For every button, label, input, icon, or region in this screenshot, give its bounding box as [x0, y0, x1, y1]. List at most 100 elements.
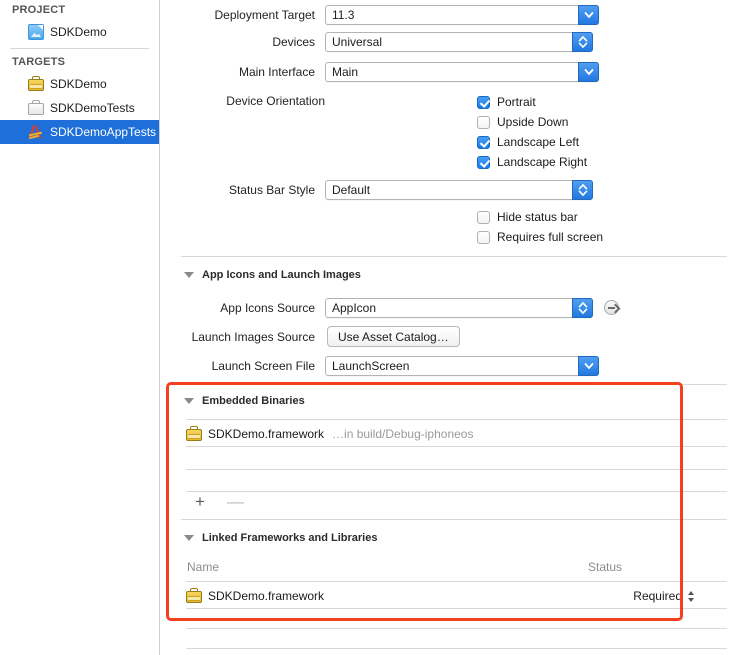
- toolbox-yellow-icon: [28, 76, 44, 92]
- column-header-name: Name: [187, 560, 220, 574]
- reveal-arrow-icon[interactable]: [604, 300, 619, 315]
- xcode-target-settings-window: PROJECT SDKDemo TARGETS SDKDemo SDKDemoT…: [0, 0, 743, 655]
- checkbox-box[interactable]: [477, 230, 490, 244]
- section-header-app-icons[interactable]: App Icons and Launch Images: [184, 269, 361, 281]
- stepper-updown-icon[interactable]: [572, 31, 593, 52]
- embedded-binary-path: …in build/Debug-iphoneos: [332, 427, 474, 441]
- disclosure-triangle-icon[interactable]: [184, 398, 194, 404]
- status-bar-style-label: Status Bar Style: [228, 182, 315, 197]
- linked-framework-name: SDKDemo.framework: [208, 589, 325, 603]
- checkbox-upside-down[interactable]: Upside Down: [477, 115, 568, 129]
- project-blueprint-icon: [28, 24, 44, 40]
- sidebar-divider: [10, 48, 149, 49]
- field-row-main-interface: Main Interface Main: [161, 61, 743, 82]
- button-label: Use Asset Catalog…: [338, 329, 449, 344]
- table-rule: [186, 469, 727, 470]
- chevron-down-icon[interactable]: [578, 355, 599, 376]
- sidebar-project-header: PROJECT: [12, 4, 66, 16]
- sidebar-item-target-sdkdemotests[interactable]: SDKDemoTests: [0, 96, 159, 120]
- devices-label: Devices: [272, 34, 315, 49]
- app-icons-source-field[interactable]: AppIcon: [325, 297, 593, 318]
- field-row-launch-images-source: Launch Images Source Use Asset Catalog…: [161, 326, 743, 347]
- field-row-deployment-target: Deployment Target 11.3: [161, 4, 743, 25]
- field-row-app-icons-source: App Icons Source AppIcon: [161, 297, 743, 318]
- column-header-status: Status: [588, 560, 623, 574]
- checkbox-box[interactable]: [477, 210, 490, 224]
- section-header-linked-frameworks[interactable]: Linked Frameworks and Libraries: [184, 532, 377, 544]
- main-interface-field[interactable]: Main: [325, 61, 599, 82]
- status-bar-style-field[interactable]: Default: [325, 179, 593, 200]
- deployment-target-value: 11.3: [332, 7, 355, 22]
- add-binary-button[interactable]: +: [195, 493, 205, 510]
- table-rule: [186, 608, 727, 609]
- use-asset-catalog-button[interactable]: Use Asset Catalog…: [327, 326, 460, 347]
- sidebar-item-project-sdkdemo[interactable]: SDKDemo: [0, 20, 159, 44]
- linked-framework-status[interactable]: Required: [633, 589, 696, 603]
- stepper-updown-icon[interactable]: [572, 179, 593, 200]
- deployment-target-field[interactable]: 11.3: [325, 4, 599, 25]
- stepper-updown-icon[interactable]: [687, 590, 696, 603]
- field-row-devices: Devices Universal: [161, 31, 743, 52]
- table-rule: [186, 491, 727, 492]
- field-row-launch-screen-file: Launch Screen File LaunchScreen: [161, 355, 743, 376]
- launch-screen-file-value: LaunchScreen: [332, 358, 410, 373]
- chevron-down-icon[interactable]: [578, 4, 599, 25]
- section-title: App Icons and Launch Images: [202, 269, 361, 281]
- checkbox-box[interactable]: [477, 135, 490, 149]
- sidebar-item-label: SDKDemoAppTests: [50, 125, 157, 139]
- section-divider: [181, 256, 727, 257]
- sidebar-item-label: SDKDemo: [50, 77, 107, 91]
- table-rule: [186, 446, 727, 447]
- table-rule: [186, 628, 727, 629]
- table-row[interactable]: SDKDemo.framework …in build/Debug-iphone…: [186, 423, 473, 445]
- status-value: Required: [633, 589, 682, 603]
- checkbox-requires-full-screen[interactable]: Requires full screen: [477, 230, 603, 244]
- launch-screen-file-field[interactable]: LaunchScreen: [325, 355, 599, 376]
- section-divider: [181, 384, 727, 385]
- checkbox-hide-status-bar[interactable]: Hide status bar: [477, 210, 578, 224]
- devices-field[interactable]: Universal: [325, 31, 593, 52]
- chevron-down-icon[interactable]: [578, 61, 599, 82]
- disclosure-triangle-icon[interactable]: [184, 272, 194, 278]
- app-icons-source-value: AppIcon: [332, 300, 377, 315]
- settings-content-pane: Deployment Target 11.3 Devices Universal: [161, 0, 743, 655]
- checkbox-label: Landscape Left: [497, 135, 580, 149]
- checkbox-label: Upside Down: [497, 115, 569, 129]
- checkbox-box[interactable]: [477, 155, 490, 169]
- disclosure-triangle-icon[interactable]: [184, 535, 194, 541]
- checkbox-portrait[interactable]: Portrait: [477, 95, 536, 109]
- sidebar-item-target-sdkdemoapptests[interactable]: SDKDemoAppTests: [0, 120, 159, 144]
- framework-toolbox-icon: [186, 588, 202, 604]
- section-title: Embedded Binaries: [202, 395, 305, 407]
- table-rule: [186, 648, 727, 649]
- framework-toolbox-icon: [186, 426, 202, 442]
- section-divider: [181, 519, 727, 520]
- checkbox-label: Portrait: [497, 95, 536, 109]
- main-interface-value: Main: [332, 64, 359, 79]
- sidebar-item-target-sdkdemo[interactable]: SDKDemo: [0, 72, 159, 96]
- checkbox-label: Requires full screen: [497, 230, 604, 244]
- checkbox-label: Landscape Right: [497, 155, 588, 169]
- checkbox-landscape-right[interactable]: Landscape Right: [477, 155, 587, 169]
- checkbox-box[interactable]: [477, 95, 490, 109]
- main-interface-label: Main Interface: [238, 64, 315, 79]
- app-icons-source-label: App Icons Source: [220, 300, 315, 315]
- deployment-target-label: Deployment Target: [214, 7, 316, 22]
- launch-screen-file-label: Launch Screen File: [211, 358, 315, 373]
- remove-binary-button[interactable]: —: [227, 493, 244, 510]
- table-rule: [186, 581, 727, 582]
- launch-images-source-label: Launch Images Source: [191, 329, 315, 344]
- section-title: Linked Frameworks and Libraries: [202, 532, 378, 544]
- checkbox-box[interactable]: [477, 115, 490, 129]
- embedded-binary-name: SDKDemo.framework: [208, 427, 325, 441]
- devices-value: Universal: [332, 34, 383, 49]
- section-header-embedded-binaries[interactable]: Embedded Binaries: [184, 395, 305, 407]
- project-targets-sidebar: PROJECT SDKDemo TARGETS SDKDemo SDKDemoT…: [0, 0, 160, 655]
- xcode-a-icon: [28, 124, 44, 140]
- sidebar-item-label: SDKDemoTests: [50, 101, 135, 115]
- stepper-updown-icon[interactable]: [572, 297, 593, 318]
- table-row[interactable]: SDKDemo.framework Required: [186, 585, 727, 607]
- sidebar-targets-header: TARGETS: [12, 56, 66, 68]
- checkbox-label: Hide status bar: [497, 210, 578, 224]
- checkbox-landscape-left[interactable]: Landscape Left: [477, 135, 579, 149]
